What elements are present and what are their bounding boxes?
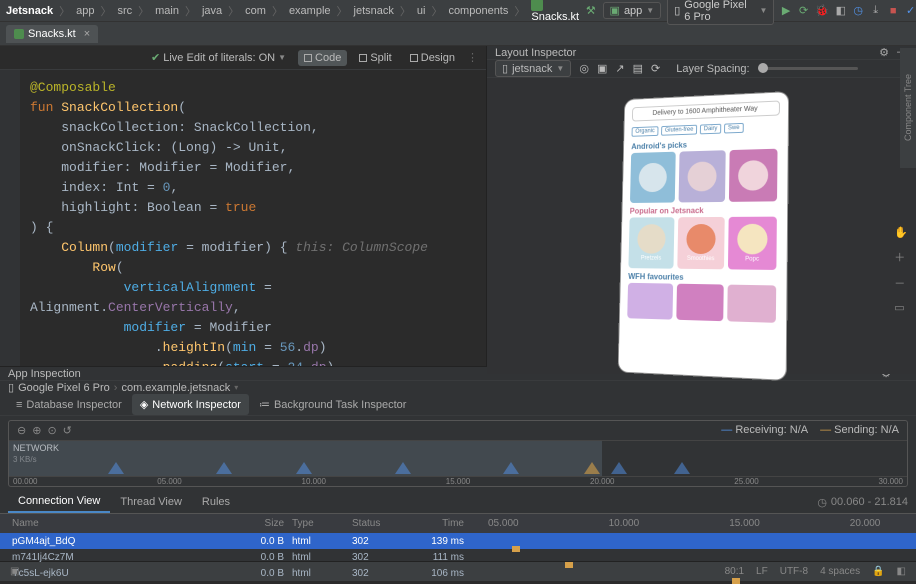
refresh-icon[interactable]: ⟳ [651,62,660,75]
profile-icon[interactable]: ◷ [853,4,864,18]
readonly-lock-icon[interactable]: 🔒 [872,566,884,577]
run-icon[interactable]: ▶ [780,4,791,18]
tab-label: Snacks.kt [28,28,76,40]
coverage-icon[interactable]: ◧ [835,4,846,18]
component-tree-tab[interactable]: Component Tree [900,48,916,168]
git-commit-icon[interactable]: ✓ [905,4,916,18]
legend-sending: Sending: N/A [820,424,899,437]
zoom-out-icon[interactable]: － [894,275,908,291]
inspector-toolbar: ▯ jetsnack▼ ◎ ▣ ↗ ▤ ⟳ Layer Spacing: [487,60,916,78]
titlebar: Jetsnack〉 app〉 src〉 main〉 java〉 com〉 exa… [0,0,916,22]
device-preview[interactable]: Delivery to 1600 Amphitheater Way Organi… [487,78,916,374]
stop-icon[interactable]: ■ [887,4,898,18]
inspection-crumb[interactable]: ▯ Google Pixel 6 Pro › com.example.jetsn… [0,381,916,394]
app-inspection-title: App Inspection [8,368,81,380]
breadcrumb[interactable]: java [202,5,222,17]
tab-network-inspector[interactable]: ◈ Network Inspector [132,394,249,415]
zoom-reset-icon[interactable]: ▭ [894,301,908,314]
indent[interactable]: 4 spaces [820,566,860,577]
tool-window-icon[interactable]: ▣ [10,566,19,577]
network-graph-box: ⊖ ⊕ ⊙ ↺ Receiving: N/A Sending: N/A NETWORK … [8,420,908,487]
editor-tabbar: Snacks.kt × [0,22,916,46]
zoom-fit-icon[interactable]: ⊙ [47,424,56,437]
device-frame: Delivery to 1600 Amphitheater Way Organi… [618,92,788,380]
tab-connection-view[interactable]: Connection View [8,491,110,513]
pan-icon[interactable]: ✋ [894,226,908,239]
zoom-out-icon[interactable]: ⊖ [17,424,26,437]
view-split-button[interactable]: Split [353,50,397,66]
caret-position[interactable]: 80:1 [725,566,744,577]
snapshot-icon[interactable]: ◎ [579,62,589,75]
process-select[interactable]: ▯ jetsnack▼ [495,60,571,77]
delivery-bar: Delivery to 1600 Amphitheater Way [631,100,779,121]
network-timeline[interactable]: NETWORK 3 KB/s [9,440,907,476]
breadcrumb[interactable]: jetsnack [354,5,394,17]
editor-gutter [0,70,20,366]
requests-table-body: pGM4ajt_BdQ0.0 Bhtml302139 msm741Ij4Cz7M… [0,533,916,581]
layer-spacing-label: Layer Spacing: [676,63,749,75]
tab-thread-view[interactable]: Thread View [110,492,192,512]
run-config-select[interactable]: ▣app▼ [603,2,662,19]
memory-icon[interactable]: ◧ [897,566,906,577]
close-tab-icon[interactable]: × [84,28,90,40]
breadcrumb[interactable]: example [289,5,331,17]
editor-toolbar: ✔Live Edit of literals: ON▼ Code Split D… [0,46,486,70]
breadcrumb[interactable]: com [245,5,266,17]
time-range: 00.060 - 21.814 [831,496,908,508]
zoom-in-icon[interactable]: ＋ [894,249,908,265]
device-select[interactable]: ▯Google Pixel 6 Pro▼ [667,0,774,25]
compose-file-icon [531,0,543,11]
line-ending[interactable]: LF [756,566,768,577]
debug-icon[interactable]: 🐞 [815,4,829,18]
tab-rules[interactable]: Rules [192,492,240,512]
layout-inspector-title: Layout Inspector [495,47,576,59]
section-title: Popular on Jetsnack [629,205,778,215]
code-editor[interactable]: ✔Live Edit of literals: ON▼ Code Split D… [0,46,486,366]
legend-receiving: Receiving: N/A [721,424,808,437]
clock-icon: ◷ [817,496,827,509]
live-edit-toggle[interactable]: ✔Live Edit of literals: ON▼ [145,49,292,66]
build-icon[interactable]: ⚒ [585,4,596,18]
app-inspection-panel: App Inspection ⚙— ▯ Google Pixel 6 Pro ›… [0,366,916,561]
breadcrumb-file[interactable]: Snacks.kt [531,0,579,23]
breadcrumb[interactable]: app [76,5,94,17]
compose-file-icon [14,29,24,39]
export-icon[interactable]: ↗ [615,62,624,75]
reset-icon[interactable]: ↺ [63,424,72,437]
attach-icon[interactable]: ⤓ [870,4,881,18]
layout-inspector-panel: Layout Inspector ⚙ — ▯ jetsnack▼ ◎ ▣ ↗ ▤… [486,46,916,366]
requests-table-header: Name Size Type Status Time 05.00010.0001… [0,514,916,533]
encoding[interactable]: UTF-8 [780,566,808,577]
layer-spacing-slider[interactable] [758,67,858,70]
overlay-icon[interactable]: ▤ [633,62,643,75]
code-content[interactable]: @Composable fun SnackCollection( snackCo… [0,70,486,366]
breadcrumb[interactable]: components [448,5,508,17]
view-code-button[interactable]: Code [298,50,347,66]
breadcrumb[interactable]: ui [417,5,426,17]
tab-database-inspector[interactable]: ≡ Database Inspector [8,395,130,415]
table-row[interactable]: m741Ij4Cz7M0.0 Bhtml302111 ms [0,549,916,565]
filter-chips: OrganicGluten-freeDairySwe [631,121,779,136]
gear-icon[interactable]: ⚙ [879,46,889,59]
view-design-button[interactable]: Design [404,50,461,66]
breadcrumb[interactable]: main [155,5,179,17]
breadcrumb[interactable]: src [117,5,132,17]
table-row[interactable]: pGM4ajt_BdQ0.0 Bhtml302139 ms [0,533,916,549]
layers-icon[interactable]: ▣ [597,62,607,75]
tab-background-task-inspector[interactable]: ≔ Background Task Inspector [251,394,414,415]
table-row[interactable]: Yc5sL-ejk6U0.0 Bhtml302106 ms [0,565,916,581]
section-title: WFH favourites [628,272,778,283]
apply-changes-icon[interactable]: ⟳ [798,4,809,18]
zoom-in-icon[interactable]: ⊕ [32,424,41,437]
breadcrumb-root[interactable]: Jetsnack [6,5,53,17]
editor-tab[interactable]: Snacks.kt × [6,25,98,43]
